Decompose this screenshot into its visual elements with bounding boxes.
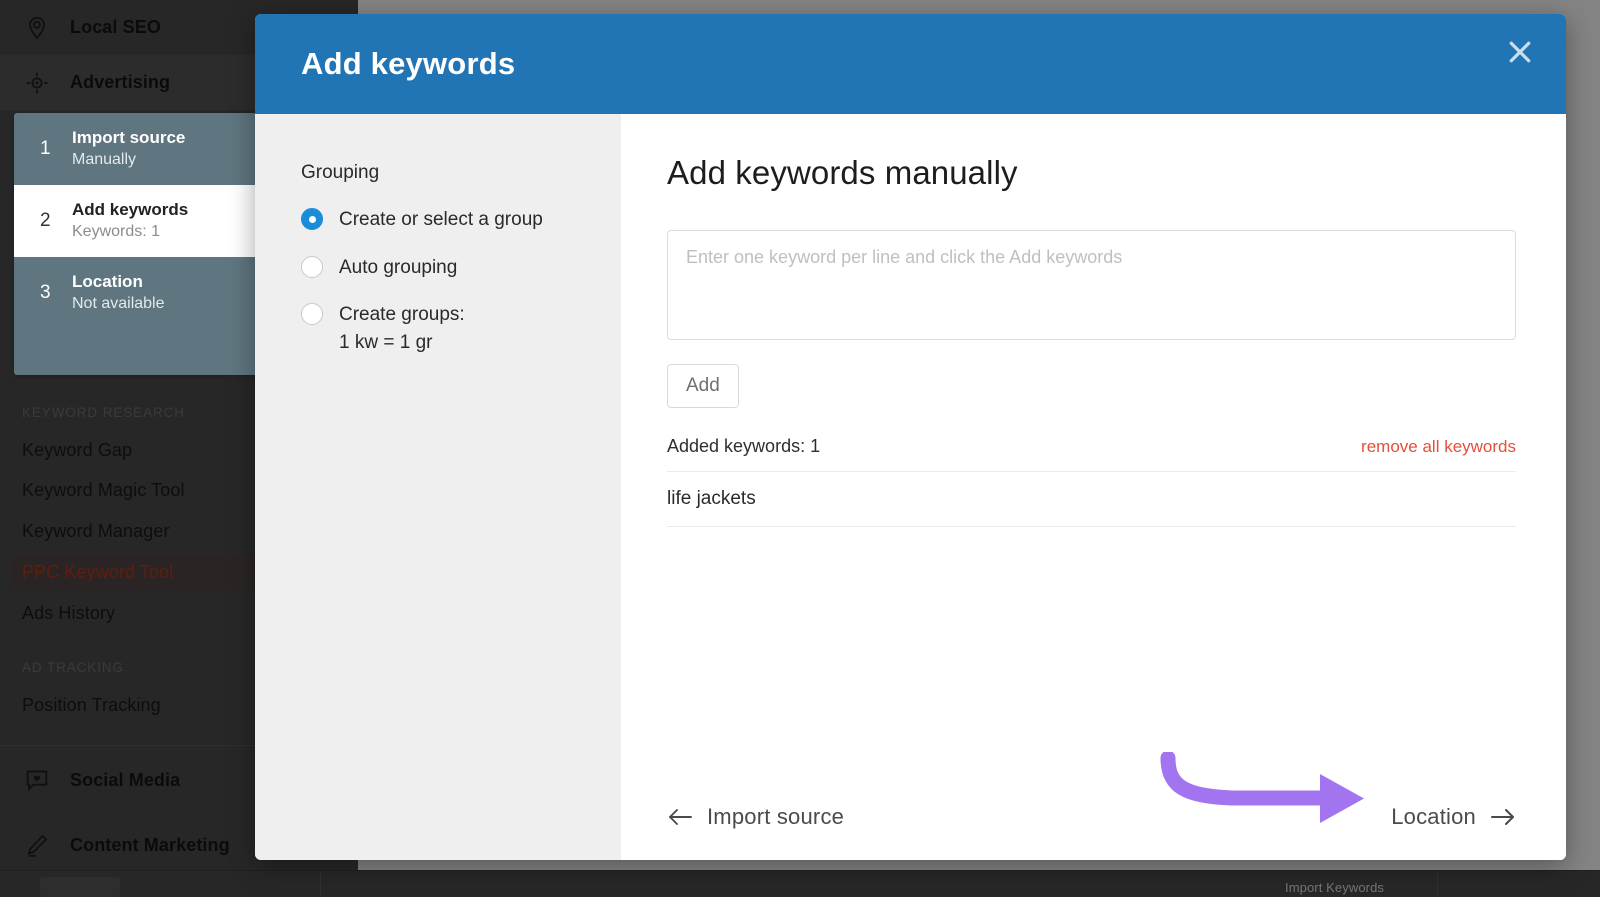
radio-label: Create groups: <box>339 304 465 326</box>
radio-label: Create or select a group <box>339 209 543 230</box>
add-keywords-modal: Add keywords Grouping Create or select a… <box>255 14 1566 860</box>
step-title: Import source <box>72 128 186 148</box>
modal-title: Add keywords <box>301 46 516 81</box>
app-root: Local SEO Advertising PLA Research <box>0 0 1600 897</box>
radio-option-create-or-select-group[interactable]: Create or select a group <box>301 206 621 234</box>
radio-option-create-groups[interactable]: Create groups: 1 kw = 1 gr <box>301 301 621 356</box>
prev-step-link[interactable]: Import source <box>667 804 844 830</box>
step-subtitle: Manually <box>72 151 137 169</box>
step-title: Add keywords <box>72 200 189 220</box>
step-title: Location <box>72 272 143 292</box>
next-step-link[interactable]: Location <box>1391 804 1516 830</box>
grouping-title: Grouping <box>301 162 380 183</box>
step-number: 3 <box>40 282 51 303</box>
add-button[interactable]: Add <box>667 364 739 408</box>
radio-option-auto-grouping[interactable]: Auto grouping <box>301 254 621 282</box>
added-keywords-count: Added keywords: 1 <box>667 436 821 456</box>
arrow-left-icon <box>667 807 693 827</box>
prev-step-label: Import source <box>707 804 845 829</box>
next-step-label: Location <box>1391 804 1476 829</box>
arrow-right-icon <box>1490 807 1516 827</box>
keyword-list-item[interactable]: life jackets <box>667 472 1516 527</box>
radio-indicator[interactable] <box>301 255 323 278</box>
close-icon[interactable] <box>1500 32 1540 72</box>
modal-header: Add keywords <box>255 14 1566 114</box>
added-keywords-header: Added keywords: 1 remove all keywords <box>667 436 1516 472</box>
step-subtitle: Not available <box>72 295 165 313</box>
keywords-textarea[interactable] <box>667 230 1516 340</box>
modal-body: Grouping Create or select a group Auto g… <box>255 114 1566 860</box>
radio-indicator[interactable] <box>301 303 323 326</box>
modal-footer: Import source Location <box>667 804 1516 830</box>
remove-all-keywords-link[interactable]: remove all keywords <box>1361 437 1516 457</box>
radio-label: Auto grouping <box>339 256 458 278</box>
step-number: 2 <box>40 210 51 231</box>
page-title: Add keywords manually <box>667 154 1018 191</box>
radio-indicator[interactable] <box>301 208 323 230</box>
add-keywords-panel: Add keywords manually Add Added keywords… <box>621 114 1566 860</box>
step-number: 1 <box>40 138 51 159</box>
step-subtitle: Keywords: 1 <box>72 223 161 241</box>
grouping-panel: Grouping Create or select a group Auto g… <box>255 114 621 860</box>
radio-sublabel: 1 kw = 1 gr <box>339 331 433 353</box>
